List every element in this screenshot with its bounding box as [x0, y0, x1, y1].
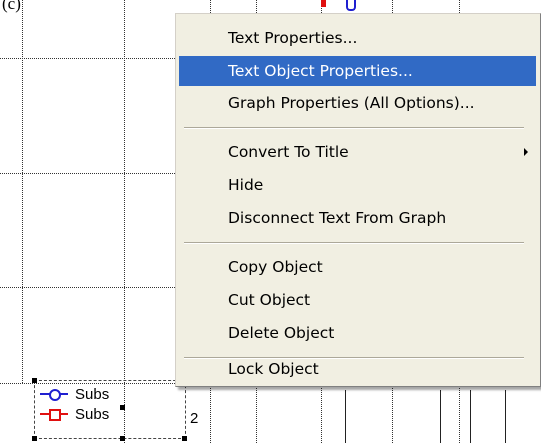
selection-handle[interactable] [120, 405, 125, 410]
menu-item-delete-object[interactable]: Delete Object [179, 318, 536, 348]
menu-item-graph-properties[interactable]: Graph Properties (All Options)... [179, 88, 536, 118]
context-menu: Text Properties... Text Object Propertie… [175, 13, 541, 387]
menu-item-lock-object[interactable]: Lock Object [179, 354, 536, 384]
series-marker-red [321, 0, 326, 7]
legend-label: Subs [75, 405, 110, 423]
menu-item-disconnect-text[interactable]: Disconnect Text From Graph [179, 203, 536, 233]
caption-text: (c) [2, 0, 21, 13]
series-marker-blue [346, 0, 356, 11]
gridline [0, 287, 175, 288]
gridline [0, 173, 175, 174]
menu-item-text-properties[interactable]: Text Properties... [179, 23, 536, 53]
selection-handle[interactable] [32, 436, 37, 441]
menu-separator [184, 242, 524, 244]
legend-value: 2 [190, 410, 199, 427]
circle-marker-icon [40, 387, 70, 401]
submenu-arrow-icon [524, 148, 528, 156]
legend-entry: Subs [40, 404, 109, 424]
menu-item-copy-object[interactable]: Copy Object [179, 252, 536, 282]
legend-label: Subs [75, 385, 110, 403]
series-line [440, 390, 441, 443]
selection-handle[interactable] [120, 436, 125, 441]
menu-item-hide[interactable]: Hide [179, 170, 536, 200]
menu-item-convert-to-title[interactable]: Convert To Title [179, 137, 536, 167]
series-line [345, 390, 346, 443]
series-line [470, 390, 471, 443]
gridline [0, 58, 175, 59]
menu-separator [184, 127, 524, 129]
gridline [22, 0, 23, 383]
menu-item-cut-object[interactable]: Cut Object [179, 285, 536, 315]
menu-item-text-object-properties[interactable]: Text Object Properties... [179, 56, 536, 86]
selection-handle[interactable] [182, 436, 187, 441]
legend-entry: Subs [40, 384, 109, 404]
square-marker-icon [40, 407, 70, 421]
selection-handle[interactable] [32, 378, 37, 383]
series-line [505, 390, 506, 443]
gridline [124, 0, 125, 443]
menu-item-label: Convert To Title [228, 143, 349, 161]
